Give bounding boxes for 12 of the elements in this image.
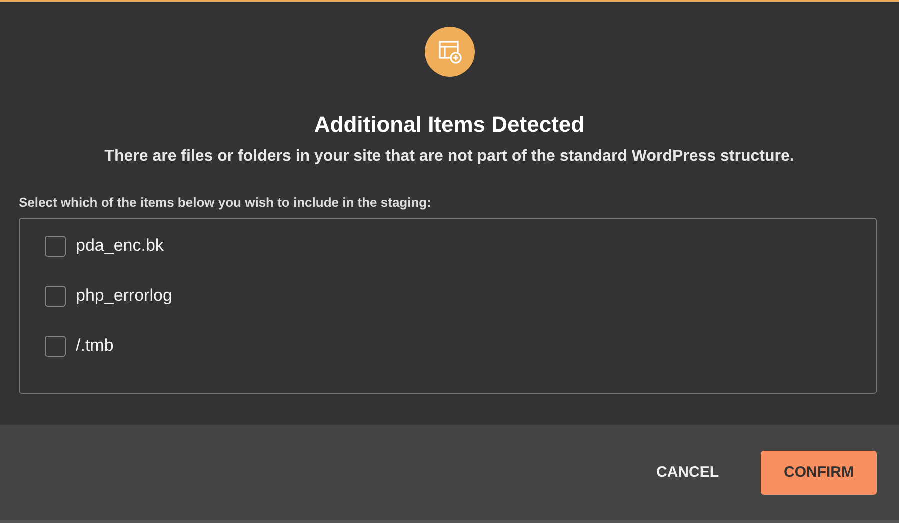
- cancel-button[interactable]: CANCEL: [654, 452, 721, 493]
- dialog-subtitle: There are files or folders in your site that are not part of the standard WordPress structure.: [104, 147, 794, 167]
- dialog-title: Additional Items Detected: [314, 111, 585, 139]
- checkbox[interactable]: [45, 336, 66, 356]
- item-label[interactable]: php_errorlog: [76, 286, 172, 306]
- selection-prompt: Select which of the items below you wish to include in the staging:: [19, 194, 432, 212]
- checkbox[interactable]: [45, 236, 66, 256]
- add-table-icon: [424, 27, 474, 77]
- item-label[interactable]: /.tmb: [76, 336, 114, 356]
- item-label[interactable]: pda_enc.bk: [76, 236, 164, 256]
- checkbox[interactable]: [45, 286, 66, 306]
- confirm-button[interactable]: CONFIRM: [761, 450, 877, 494]
